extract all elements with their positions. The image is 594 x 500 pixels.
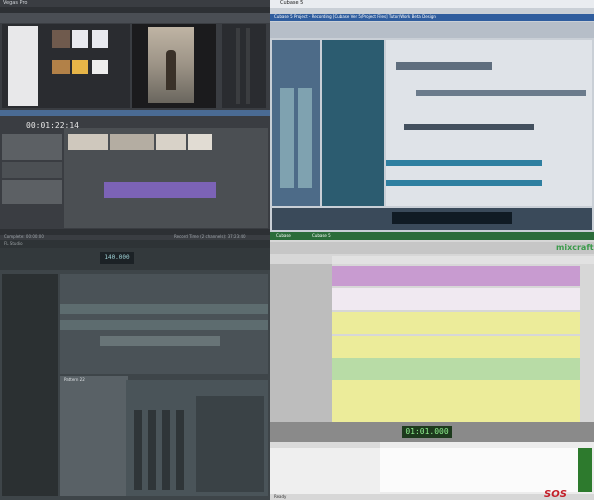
mixer-strip[interactable]	[134, 410, 142, 490]
toolbar[interactable]: 140.000	[0, 248, 270, 270]
time-display: 01:01.000	[402, 426, 452, 438]
toolbar	[0, 13, 270, 23]
window-title: Vegas Pro	[3, 0, 28, 6]
taskbar: Cubase Cubase 5	[270, 232, 594, 240]
video-preview	[132, 24, 216, 108]
midi-event[interactable]	[386, 160, 542, 166]
video-clip[interactable]	[188, 134, 212, 150]
track-headers	[270, 264, 332, 424]
pattern-clip[interactable]	[60, 304, 268, 314]
status-text: Ready	[274, 494, 287, 499]
timeline-area[interactable]	[64, 128, 268, 228]
preview-figure	[166, 50, 176, 90]
audio-event[interactable]	[396, 62, 492, 70]
record-time: Record Time (2 channels): 37:23:40	[174, 234, 246, 239]
inspector	[272, 40, 320, 206]
taskbar-tab[interactable]: Cubase 5	[312, 234, 331, 238]
arrange-window[interactable]	[386, 40, 592, 206]
media-thumb[interactable]	[92, 30, 108, 48]
audio-clip[interactable]	[104, 182, 216, 198]
menu-bar: FL Studio	[0, 240, 270, 248]
mixer-strip[interactable]	[148, 410, 156, 490]
explorer-panel	[2, 24, 130, 108]
track-lane-5[interactable]	[332, 358, 580, 380]
transport-bar[interactable]: 01:01.000	[270, 422, 594, 442]
project-title: Cubase 5 Project - Recording [Cubase Ver…	[274, 14, 436, 19]
meter-bar-right	[246, 28, 250, 104]
track-header[interactable]	[2, 134, 62, 160]
toolbar[interactable]	[270, 22, 594, 38]
video-clip[interactable]	[110, 134, 154, 150]
audio-event[interactable]	[416, 90, 586, 96]
media-thumb[interactable]	[92, 60, 108, 74]
window-title: FL Studio	[4, 241, 23, 246]
folder-tree[interactable]	[8, 26, 38, 106]
media-thumb[interactable]	[72, 30, 88, 48]
track-lane-2[interactable]	[332, 288, 580, 310]
pattern-clip[interactable]	[60, 320, 268, 330]
video-clip[interactable]	[156, 134, 186, 150]
mixer[interactable]	[126, 380, 268, 496]
fl-studio-window: FL Studio 140.000 Pattern 22	[0, 240, 270, 500]
window-tabs[interactable]	[0, 110, 270, 116]
mixer-strip[interactable]	[162, 410, 170, 490]
track-lane-7[interactable]	[332, 402, 580, 422]
inspector-fader[interactable]	[298, 88, 312, 188]
midi-event[interactable]	[386, 180, 542, 186]
vegas-window: Vegas Pro 00:01:22;14 Complete: 00:00:00…	[0, 0, 270, 240]
track-list	[322, 40, 384, 206]
media-thumb[interactable]	[72, 60, 88, 74]
effects-slots[interactable]	[196, 396, 264, 492]
track-lane-4[interactable]	[332, 336, 580, 358]
browser-panel	[2, 274, 58, 496]
mixer-strip[interactable]	[176, 410, 184, 490]
tempo-display: 140.000	[100, 252, 134, 264]
toolbar[interactable]: mixcraft	[270, 242, 594, 254]
title-bar: Cubase 5	[270, 0, 594, 8]
master-meter	[222, 24, 266, 108]
video-clip[interactable]	[68, 134, 108, 150]
transport-lcd	[392, 212, 512, 224]
mixcraft-window: mixcraft 01:01.000 Ready SOS	[270, 240, 594, 500]
track-lane-6[interactable]	[332, 380, 580, 402]
media-thumb[interactable]	[52, 60, 70, 74]
bottom-panel	[270, 442, 594, 494]
playlist[interactable]	[60, 274, 268, 374]
track-lane-1[interactable]	[332, 266, 580, 286]
track-header[interactable]	[2, 180, 62, 204]
media-thumb[interactable]	[52, 30, 70, 48]
audio-event[interactable]	[404, 124, 534, 130]
transport-panel[interactable]	[272, 208, 592, 230]
track-header[interactable]	[2, 162, 62, 178]
sound-properties[interactable]	[270, 448, 380, 494]
taskbar-tab-active[interactable]: Cubase	[276, 234, 291, 238]
window-title: Cubase 5	[280, 0, 304, 6]
pattern-clip[interactable]	[100, 336, 220, 346]
cubase-window: Cubase 5 Cubase 5 Project - Recording [C…	[270, 0, 594, 240]
channel-rack[interactable]: Pattern 22	[60, 376, 128, 496]
status-text: Complete: 00:00:00	[4, 234, 44, 239]
track-lane-3[interactable]	[332, 312, 580, 334]
ruler	[332, 256, 594, 264]
inspector-fader[interactable]	[280, 88, 294, 188]
project-title-bar: Cubase 5 Project - Recording [Cubase Ver…	[270, 14, 594, 21]
channel-rack-title: Pattern 22	[64, 377, 85, 382]
waveform-view[interactable]	[380, 448, 580, 492]
sound-editor-level	[578, 448, 592, 492]
meter-bar-left	[236, 28, 240, 104]
sos-watermark: SOS	[544, 489, 567, 500]
mixcraft-logo: mixcraft	[556, 243, 594, 252]
